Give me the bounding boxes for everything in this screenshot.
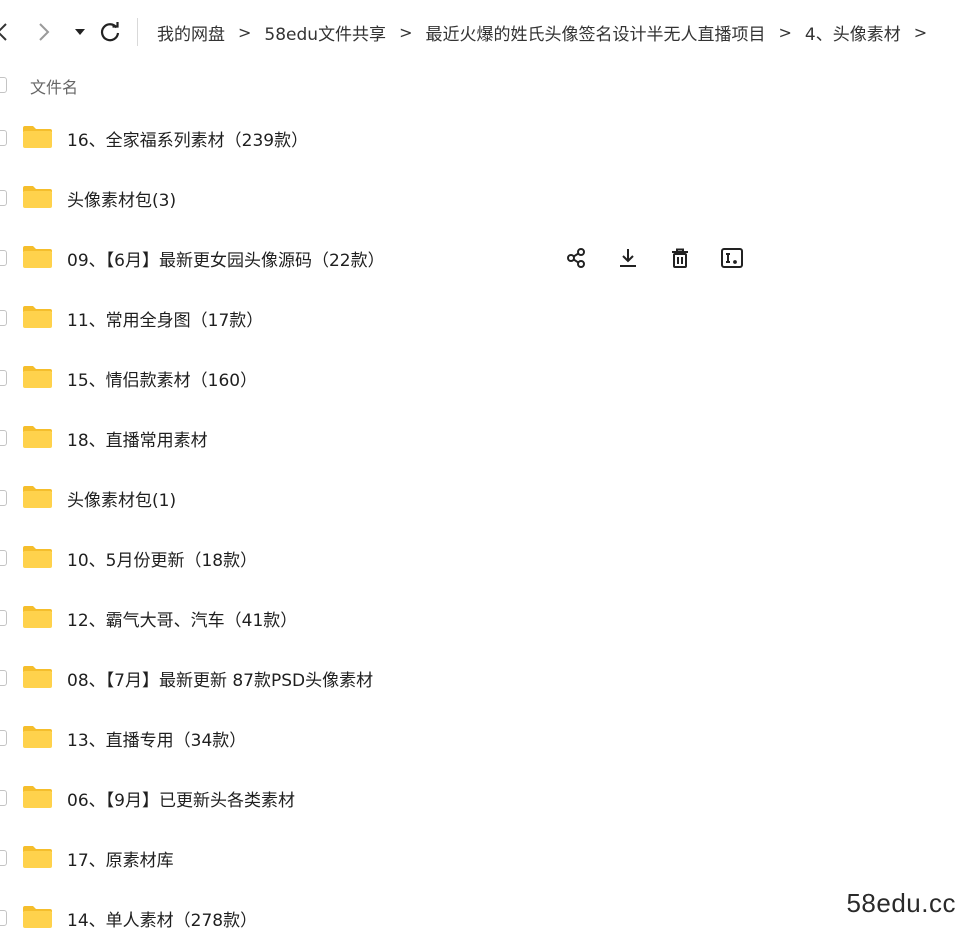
folder-icon [22, 904, 53, 929]
breadcrumb-item-current[interactable]: 4、头像素材 [805, 20, 901, 45]
row-checkbox[interactable] [0, 850, 7, 866]
caret-down-icon[interactable] [68, 18, 92, 46]
table-row[interactable]: 12、霸气大哥、汽车（41款） [0, 588, 974, 648]
row-checkbox[interactable] [0, 130, 7, 146]
file-name[interactable]: 12、霸气大哥、汽车（41款） [67, 606, 297, 631]
file-name[interactable]: 09、【6月】最新更女园头像源码（22款） [67, 246, 385, 271]
folder-icon [22, 544, 53, 569]
breadcrumb-separator: > [913, 22, 928, 42]
file-name[interactable]: 11、常用全身图（17款） [67, 306, 263, 331]
table-row[interactable]: 10、5月份更新（18款） [0, 528, 974, 588]
share-icon[interactable] [562, 244, 590, 272]
folder-icon [22, 844, 53, 869]
file-name[interactable]: 14、单人素材（278款） [67, 906, 257, 931]
file-name[interactable]: 08、【7月】最新更新 87款PSD头像素材 [67, 666, 373, 691]
folder-icon [22, 784, 53, 809]
select-all-checkbox[interactable] [0, 77, 7, 93]
row-checkbox[interactable] [0, 550, 7, 566]
folder-icon [22, 424, 53, 449]
folder-icon [22, 364, 53, 389]
table-row[interactable]: 14、单人素材（278款） [0, 888, 974, 933]
table-row[interactable]: 13、直播专用（34款） [0, 708, 974, 768]
table-row[interactable]: 头像素材包(3) [0, 168, 974, 228]
table-row[interactable]: 06、【9月】已更新头各类素材 [0, 768, 974, 828]
breadcrumb: 我的网盘 > 58edu文件共享 > 最近火爆的姓氏头像签名设计半无人直播项目 … [157, 20, 940, 45]
file-name[interactable]: 头像素材包(1) [67, 486, 176, 511]
table-row[interactable]: 18、直播常用素材 [0, 408, 974, 468]
breadcrumb-separator: > [238, 22, 252, 42]
file-browser: 我的网盘 > 58edu文件共享 > 最近火爆的姓氏头像签名设计半无人直播项目 … [0, 0, 974, 933]
chevron-left-icon[interactable] [0, 18, 14, 46]
folder-icon [22, 124, 53, 149]
chevron-right-icon[interactable] [32, 18, 56, 46]
breadcrumb-separator: > [778, 22, 792, 42]
row-checkbox[interactable] [0, 490, 7, 506]
delete-icon[interactable] [666, 244, 694, 272]
breadcrumb-item-root[interactable]: 我的网盘 [157, 20, 225, 45]
table-row[interactable]: 16、全家福系列素材（239款） [0, 108, 974, 168]
row-checkbox[interactable] [0, 370, 7, 386]
row-checkbox[interactable] [0, 610, 7, 626]
table-row[interactable]: 15、情侣款素材（160） [0, 348, 974, 408]
row-actions [562, 244, 770, 272]
row-checkbox[interactable] [0, 790, 7, 806]
folder-icon [22, 484, 53, 509]
row-checkbox[interactable] [0, 250, 7, 266]
row-checkbox[interactable] [0, 430, 7, 446]
folder-icon [22, 664, 53, 689]
folder-icon [22, 244, 53, 269]
row-checkbox[interactable] [0, 910, 7, 926]
navigation-bar: 我的网盘 > 58edu文件共享 > 最近火爆的姓氏头像签名设计半无人直播项目 … [0, 0, 974, 64]
row-checkbox[interactable] [0, 190, 7, 206]
column-header: 文件名 [0, 68, 974, 102]
folder-icon [22, 184, 53, 209]
breadcrumb-separator: > [399, 22, 413, 42]
folder-icon [22, 304, 53, 329]
table-row[interactable]: 11、常用全身图（17款） [0, 288, 974, 348]
row-checkbox[interactable] [0, 730, 7, 746]
table-row[interactable]: 17、原素材库 [0, 828, 974, 888]
column-header-name[interactable]: 文件名 [30, 74, 78, 98]
file-name[interactable]: 15、情侣款素材（160） [67, 366, 257, 391]
file-name[interactable]: 17、原素材库 [67, 846, 174, 871]
rename-icon[interactable] [718, 244, 746, 272]
table-row[interactable]: 头像素材包(1) [0, 468, 974, 528]
row-checkbox[interactable] [0, 670, 7, 686]
file-name[interactable]: 18、直播常用素材 [67, 426, 208, 451]
table-row[interactable]: 08、【7月】最新更新 87款PSD头像素材 [0, 648, 974, 708]
nav-divider [137, 18, 138, 46]
watermark: 58edu.cc [846, 888, 956, 918]
download-icon[interactable] [614, 244, 642, 272]
folder-icon [22, 724, 53, 749]
table-row[interactable]: 09、【6月】最新更女园头像源码（22款） [0, 228, 974, 288]
breadcrumb-item-share[interactable]: 58edu文件共享 [264, 20, 386, 45]
file-name[interactable]: 16、全家福系列素材（239款） [67, 126, 308, 151]
file-name[interactable]: 头像素材包(3) [67, 186, 176, 211]
breadcrumb-item-project[interactable]: 最近火爆的姓氏头像签名设计半无人直播项目 [425, 20, 765, 45]
refresh-icon[interactable] [98, 18, 122, 46]
file-name[interactable]: 13、直播专用（34款） [67, 726, 246, 751]
row-checkbox[interactable] [0, 310, 7, 326]
folder-icon [22, 604, 53, 629]
file-name[interactable]: 06、【9月】已更新头各类素材 [67, 786, 295, 811]
file-name[interactable]: 10、5月份更新（18款） [67, 546, 257, 571]
